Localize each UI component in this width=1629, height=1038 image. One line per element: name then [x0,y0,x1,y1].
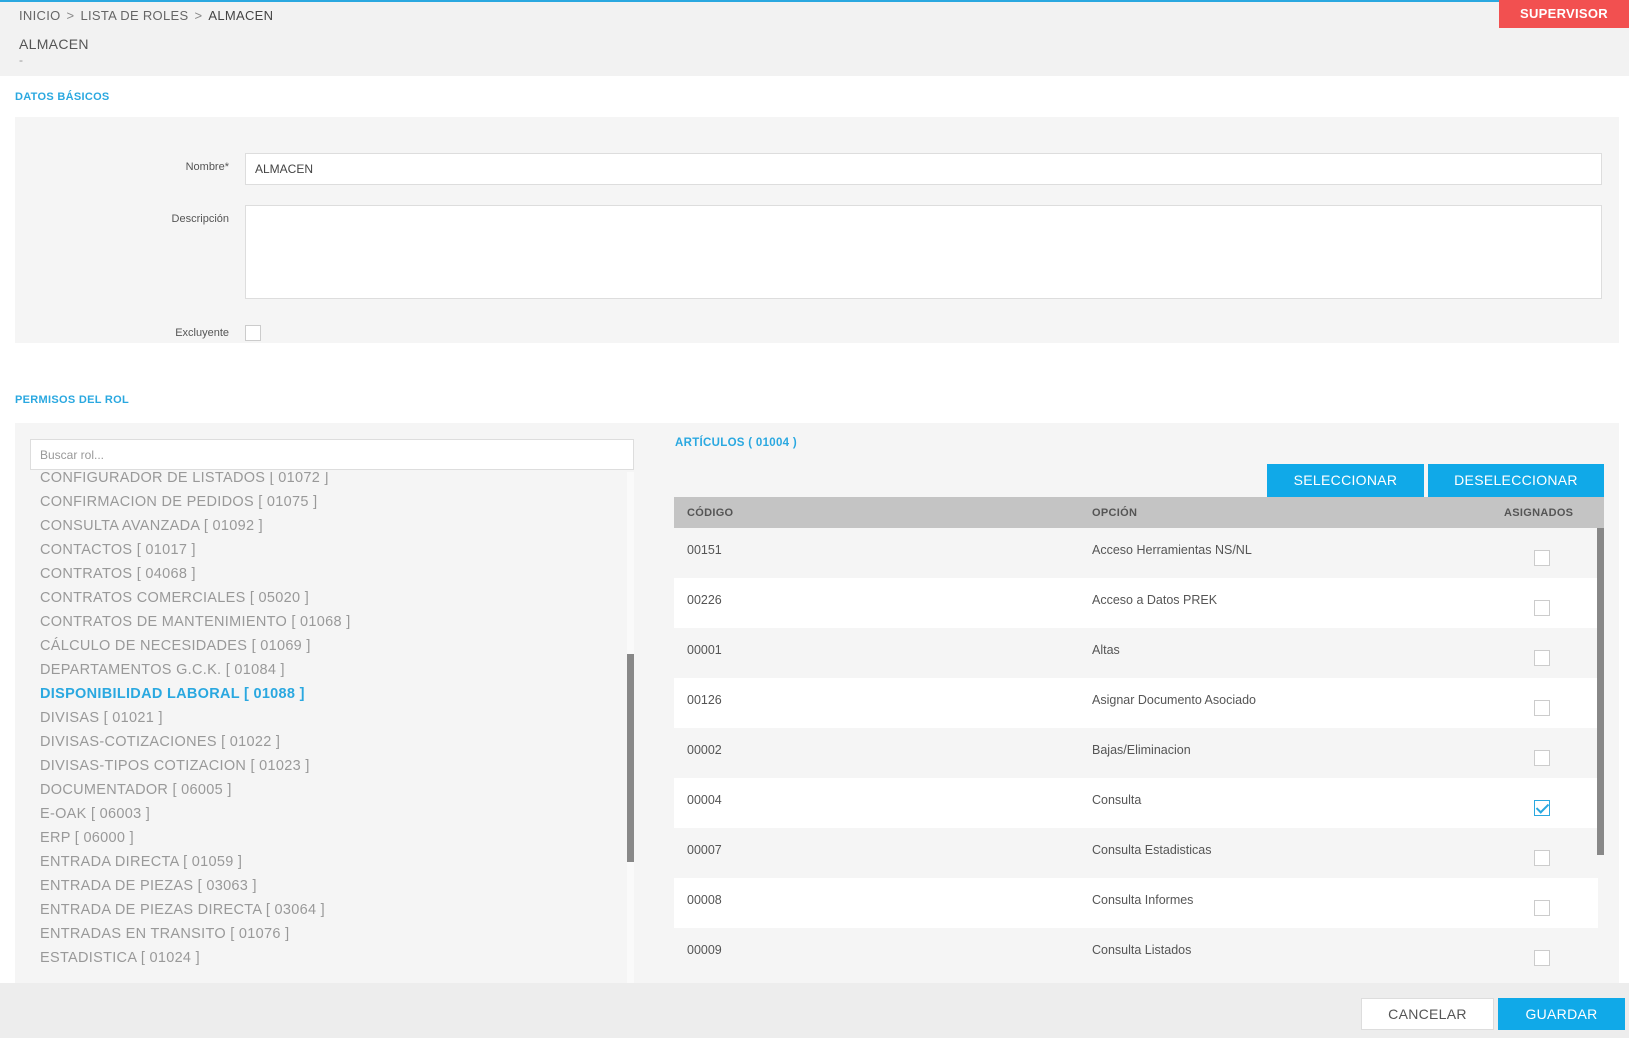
option-name: Consulta [1092,793,1142,807]
cancel-button[interactable]: CANCELAR [1361,998,1494,1030]
option-code: 00007 [687,843,722,857]
option-code: 00226 [687,593,722,607]
role-list-item[interactable]: CONSULTA AVANZADA [ 01092 ] [40,518,263,534]
option-name: Acceso a Datos PREK [1092,593,1218,607]
top-bar: INICIO > LISTA DE ROLES > ALMACEN SUPERVISOR [0,0,1629,28]
option-code: 00126 [687,693,722,707]
role-list-item[interactable]: ERP [ 06000 ] [40,830,134,846]
assigned-checkbox[interactable] [1534,550,1550,566]
user-role-badge[interactable]: SUPERVISOR [1499,0,1629,28]
breadcrumb-separator: > [66,8,75,23]
breadcrumb-current: ALMACEN [208,8,274,23]
options-table-scrollbar-thumb[interactable] [1597,528,1604,855]
role-list-item[interactable]: CONFIGURADOR DE LISTADOS [ 01072 ] [40,472,329,486]
exclusive-label: Excluyente [175,327,229,339]
role-search-input[interactable]: Buscar rol... [30,439,634,470]
assigned-checkbox[interactable] [1534,700,1550,716]
role-list-scrollbar-thumb[interactable] [627,654,634,862]
page-header: ALMACEN - [0,28,1629,76]
description-label: Descripción [171,213,229,225]
role-list-item[interactable]: CÁLCULO DE NECESIDADES [ 01069 ] [40,638,311,654]
basic-data-section-title: DATOS BÁSICOS [15,91,110,103]
role-list-item[interactable]: CONTACTOS [ 01017 ] [40,542,196,558]
assigned-checkbox[interactable] [1534,800,1550,816]
option-name: Consulta Estadisticas [1092,843,1212,857]
role-list-item[interactable]: ENTRADA DIRECTA [ 01059 ] [40,854,242,870]
role-list-item[interactable]: DISPONIBILIDAD LABORAL [ 01088 ] [40,686,305,702]
breadcrumb: INICIO > LISTA DE ROLES > ALMACEN [19,8,273,23]
role-list-item[interactable]: DIVISAS [ 01021 ] [40,710,163,726]
role-list-item[interactable]: DIVISAS-TIPOS COTIZACION [ 01023 ] [40,758,310,774]
save-button[interactable]: GUARDAR [1498,998,1625,1030]
table-row: 00004 Consulta [674,778,1598,828]
breadcrumb-home[interactable]: INICIO [19,8,61,23]
option-name: Altas [1092,643,1120,657]
option-code: 00009 [687,943,722,957]
name-input[interactable]: ALMACEN [245,153,1602,185]
permissions-section-title: PERMISOS DEL ROL [15,394,129,406]
option-name: Consulta Informes [1092,893,1194,907]
exclusive-checkbox[interactable] [245,325,261,341]
assigned-checkbox[interactable] [1534,750,1550,766]
column-header-option[interactable]: OPCIÓN [1092,507,1137,519]
role-list-item[interactable]: DOCUMENTADOR [ 06005 ] [40,782,232,798]
role-list-item[interactable]: ENTRADA DE PIEZAS [ 03063 ] [40,878,257,894]
column-header-code[interactable]: CÓDIGO [687,507,733,519]
table-row: 00009 Consulta Listados [674,928,1598,978]
option-name: Bajas/Eliminacion [1092,743,1191,757]
module-title: ARTÍCULOS ( 01004 ) [675,437,798,449]
options-table-header: CÓDIGO OPCIÓN ASIGNADOS [674,497,1604,528]
assigned-checkbox[interactable] [1534,600,1550,616]
page-subtitle: - [19,53,23,67]
role-list-item[interactable]: ENTRADA DE PIEZAS DIRECTA [ 03064 ] [40,902,325,918]
assigned-checkbox[interactable] [1534,950,1550,966]
table-row: 00151 Acceso Herramientas NS/NL [674,528,1598,578]
option-code: 00151 [687,543,722,557]
role-list-item[interactable]: CONTRATOS COMERCIALES [ 05020 ] [40,590,309,606]
role-list-item[interactable]: DIVISAS-COTIZACIONES [ 01022 ] [40,734,280,750]
option-code: 00002 [687,743,722,757]
table-row: 00001 Altas [674,628,1598,678]
option-code: 00008 [687,893,722,907]
select-all-button[interactable]: SELECCIONAR [1267,464,1424,497]
breadcrumb-separator: > [194,8,203,23]
name-label: Nombre* [185,161,229,173]
role-list-item[interactable]: E-OAK [ 06003 ] [40,806,150,822]
page-title: ALMACEN [19,36,89,52]
column-header-assigned[interactable]: ASIGNADOS [1504,507,1573,519]
assigned-checkbox[interactable] [1534,850,1550,866]
description-textarea[interactable] [245,205,1602,299]
assigned-checkbox[interactable] [1534,650,1550,666]
table-row: 00008 Consulta Informes [674,878,1598,928]
table-row: 00007 Consulta Estadisticas [674,828,1598,878]
role-list: CONFIGURADOR DE LISTADOS [ 01072 ] CONFIR… [30,472,634,984]
deselect-all-button[interactable]: DESELECCIONAR [1428,464,1604,497]
table-row: 00226 Acceso a Datos PREK [674,578,1598,628]
option-code: 00004 [687,793,722,807]
assigned-checkbox[interactable] [1534,900,1550,916]
table-row: 00126 Asignar Documento Asociado [674,678,1598,728]
breadcrumb-role-list[interactable]: LISTA DE ROLES [80,8,188,23]
option-code: 00001 [687,643,722,657]
role-list-item[interactable]: CONTRATOS [ 04068 ] [40,566,196,582]
role-list-item[interactable]: DEPARTAMENTOS G.C.K. [ 01084 ] [40,662,285,678]
role-list-item[interactable]: CONFIRMACION DE PEDIDOS [ 01075 ] [40,494,317,510]
role-list-item[interactable]: ESTADISTICA [ 01024 ] [40,950,200,966]
option-name: Acceso Herramientas NS/NL [1092,543,1252,557]
options-table-body: 00151 Acceso Herramientas NS/NL 00226 Acces… [674,528,1604,983]
role-list-item[interactable]: CONTRATOS DE MANTENIMIENTO [ 01068 ] [40,614,351,630]
role-list-item[interactable]: ENTRADAS EN TRANSITO [ 01076 ] [40,926,289,942]
table-row: 00002 Bajas/Eliminacion [674,728,1598,778]
option-name: Consulta Listados [1092,943,1192,957]
option-name: Asignar Documento Asociado [1092,693,1256,707]
